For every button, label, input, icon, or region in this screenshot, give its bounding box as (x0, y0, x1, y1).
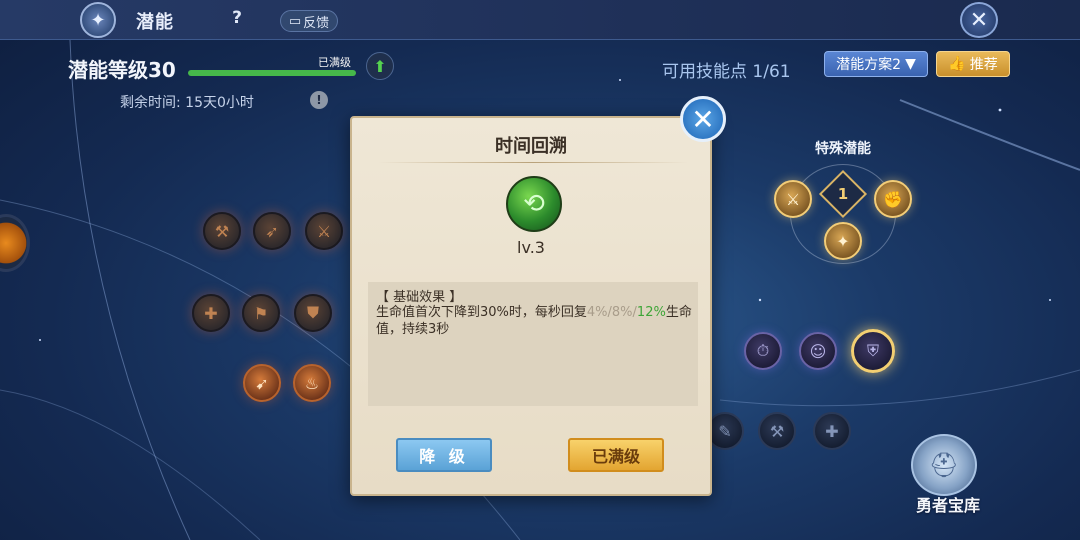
talent-node[interactable]: ➶ (253, 212, 291, 250)
potential-level: 潜能等级30 (68, 58, 176, 82)
title-divider (378, 162, 688, 163)
talent-node[interactable]: ✚ (192, 294, 230, 332)
time-rewind-icon: ⟲ (506, 176, 562, 232)
skill-level: lv.3 (517, 238, 545, 257)
potential-star-icon: ✦ (80, 2, 116, 38)
effect-panel: 【 基础效果 】 生命值首次下降到30%时，每秒回复4%/8%/12%生命值，持… (368, 282, 698, 406)
page-title: 潜能 (136, 12, 174, 33)
talent-node[interactable]: ☺ (799, 332, 837, 370)
talent-node[interactable]: ⚔ (305, 212, 343, 250)
talent-node[interactable]: ⚑ (242, 294, 280, 332)
recommend-button[interactable]: 👍 推荐 (936, 51, 1010, 77)
special-node-bottom[interactable]: ✦ (824, 222, 862, 260)
special-node-left[interactable]: ⚔ (774, 180, 812, 218)
talent-node[interactable]: ♨ (293, 364, 331, 402)
maxed-button[interactable]: 已满级 (568, 438, 664, 472)
plan-label: 潜能方案2 (836, 57, 902, 73)
upgrade-arrow-icon[interactable]: ⬆ (366, 52, 394, 80)
top-bar: ✦ 潜能 ? ▭ 反馈 ✕ (0, 0, 1080, 40)
chat-icon: ▭ (288, 13, 302, 29)
hero-vault-button[interactable]: ⛑ 勇者宝库 (903, 430, 985, 515)
special-node-right[interactable]: ✊ (874, 180, 912, 218)
effect-description: 生命值首次下降到30%时，每秒回复4%/8%/12%生命值，持续3秒 (376, 305, 692, 337)
talent-node[interactable]: ⛊ (294, 294, 332, 332)
close-dialog-button[interactable]: ✕ (680, 96, 726, 142)
level-progress-bar (188, 70, 356, 76)
feedback-label: 反馈 (303, 15, 330, 31)
close-page-button[interactable]: ✕ (960, 2, 998, 38)
talent-node[interactable]: ✚ (813, 412, 851, 450)
level-status: 已满级 (318, 56, 351, 69)
talent-node-selected[interactable]: ⛨ (851, 329, 895, 373)
skill-title: 时间回溯 (495, 136, 567, 157)
downgrade-button[interactable]: 降 级 (396, 438, 492, 472)
side-character-tab[interactable] (0, 214, 30, 272)
help-icon[interactable]: ? (224, 8, 250, 32)
feedback-button[interactable]: ▭ 反馈 (280, 10, 338, 32)
talent-node[interactable]: ⚒ (758, 412, 796, 450)
helmet-icon: ⛑ (911, 434, 977, 496)
effect-heading: 【 基础效果 】 (376, 290, 463, 305)
talent-node[interactable]: ⏱ (744, 332, 782, 370)
recommend-label: 推荐 (969, 57, 998, 73)
talent-node[interactable]: ⚒ (203, 212, 241, 250)
info-icon[interactable]: ! (310, 91, 328, 109)
chevron-down-icon: ▼ (905, 56, 916, 72)
thumbs-up-icon: 👍 (948, 56, 966, 72)
remaining-time: 剩余时间: 15天0小时 (120, 95, 254, 111)
plan-dropdown[interactable]: 潜能方案2 ▼ (824, 51, 928, 77)
level-progress-fill (188, 70, 356, 76)
vault-label: 勇者宝库 (915, 496, 980, 515)
skill-points: 可用技能点 1/61 (662, 62, 791, 82)
skill-detail-dialog: 时间回溯 ⟲ lv.3 【 基础效果 】 生命值首次下降到30%时，每秒回复4%… (350, 116, 712, 496)
talent-node[interactable]: ➹ (243, 364, 281, 402)
special-potential-title: 特殊潜能 (815, 141, 871, 157)
